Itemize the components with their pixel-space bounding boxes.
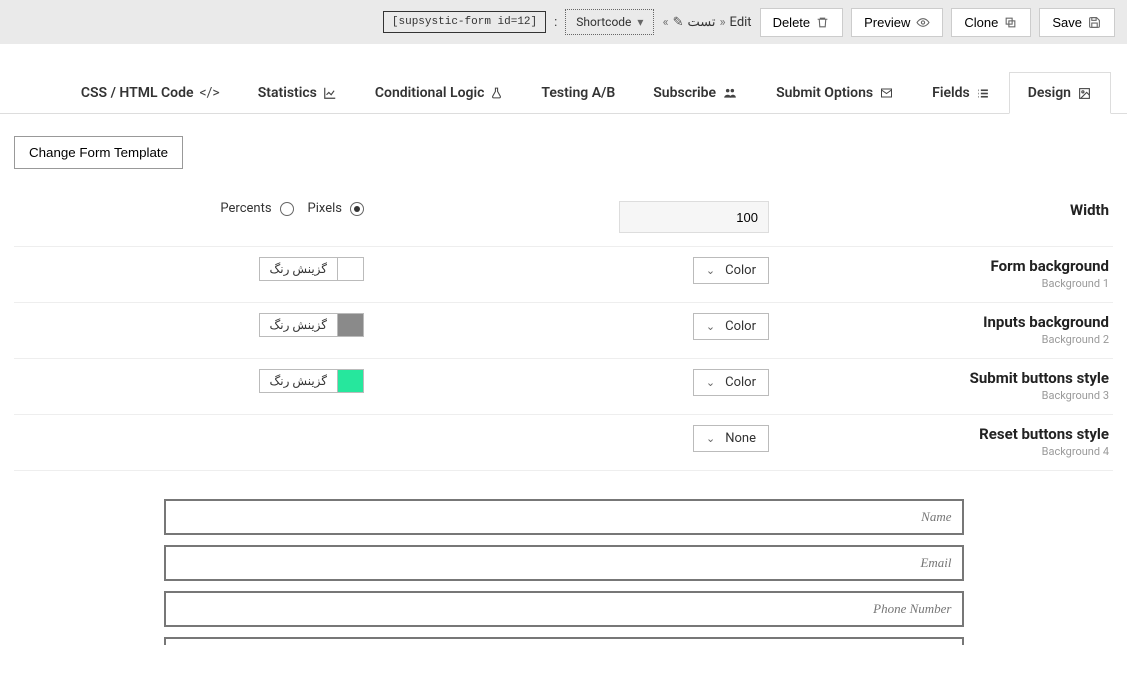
flask-icon <box>490 86 503 100</box>
trash-icon <box>816 16 830 29</box>
tab-conditional-logic[interactable]: Conditional Logic <box>356 72 523 113</box>
preview-label: Preview <box>864 15 910 30</box>
radio-pixels[interactable] <box>350 202 364 216</box>
row-form-background: گزینش رنگ ⌄ Color Form background Backgr… <box>14 247 1113 303</box>
envelope-icon <box>879 87 894 99</box>
bg-type-dropdown[interactable]: ⌄ Color <box>693 369 769 396</box>
breadcrumb: « ✎ تست » Edit <box>662 15 751 30</box>
tab-testing-ab[interactable]: Testing A/B <box>522 72 634 113</box>
tab-fields[interactable]: Fields <box>913 72 1009 113</box>
row-title: Inputs background <box>773 313 1109 331</box>
tab-label: Fields <box>932 85 970 101</box>
eye-icon <box>916 16 930 29</box>
tab-label: Design <box>1028 85 1071 101</box>
width-unit-radio: Percents Pixels <box>220 201 364 216</box>
tab-statistics[interactable]: Statistics <box>239 72 356 113</box>
chevron-down-icon: ⌄ <box>706 264 715 277</box>
chart-icon <box>323 86 337 100</box>
form-name[interactable]: تست <box>687 15 715 30</box>
chevron-down-icon: ▾ <box>637 15 643 29</box>
color-picker-label: گزینش رنگ <box>260 258 337 280</box>
row-subtitle: Background 3 <box>773 389 1109 402</box>
code-icon: </> <box>200 85 220 101</box>
radio-label-percents[interactable]: Percents <box>220 201 271 216</box>
copy-icon <box>1004 16 1018 29</box>
row-title: Submit buttons style <box>773 369 1109 387</box>
row-inputs-background: گزینش رنگ ⌄ Color Inputs background Back… <box>14 303 1113 359</box>
chevron-down-icon: ⌄ <box>706 376 715 389</box>
delete-button[interactable]: Delete <box>760 8 844 37</box>
design-panel: Change Form Template Percents Pixels Wid… <box>0 114 1127 471</box>
floppy-icon <box>1088 16 1102 29</box>
row-title: Form background <box>773 257 1109 275</box>
color-picker-label: گزینش رنگ <box>260 370 337 392</box>
users-icon <box>722 86 738 100</box>
width-input[interactable] <box>619 201 769 233</box>
dropdown-value: None <box>725 431 756 446</box>
tab-submit-options[interactable]: Submit Options <box>757 72 913 113</box>
change-template-button[interactable]: Change Form Template <box>14 136 183 169</box>
dropdown-value: Color <box>725 319 756 334</box>
tab-label: Subscribe <box>653 85 716 101</box>
tab-label: Statistics <box>258 85 317 101</box>
row-submit-buttons: گزینش رنگ ⌄ Color Submit buttons style B… <box>14 359 1113 415</box>
row-reset-buttons: ⌄ None Reset buttons style Background 4 <box>14 415 1113 471</box>
breadcrumb-sep: » <box>719 15 725 30</box>
row-title: Reset buttons style <box>773 425 1109 443</box>
tab-label: Testing A/B <box>541 85 615 101</box>
delete-label: Delete <box>773 15 811 30</box>
preview-input-name[interactable] <box>164 499 964 535</box>
chevron-down-icon: ⌄ <box>706 320 715 333</box>
chevron-down-icon: ⌄ <box>706 432 715 445</box>
save-button[interactable]: Save <box>1039 8 1115 37</box>
tab-bar: CSS / HTML Code </> Statistics Condition… <box>0 72 1127 114</box>
tab-label: CSS / HTML Code <box>81 85 194 101</box>
row-subtitle: Background 1 <box>773 277 1109 290</box>
breadcrumb-sep: « <box>662 15 668 30</box>
tab-subscribe[interactable]: Subscribe <box>634 72 757 113</box>
bg-type-dropdown[interactable]: ⌄ None <box>693 425 769 452</box>
color-picker-inputs-bg[interactable]: گزینش رنگ <box>259 313 364 337</box>
dropdown-value: Color <box>725 375 756 390</box>
row-width: Percents Pixels Width <box>14 191 1113 247</box>
dropdown-value: Color <box>725 263 756 278</box>
preview-input-email[interactable] <box>164 545 964 581</box>
top-toolbar: [supsystic-form id=12] : Shortcode ▾ « ✎… <box>0 0 1127 44</box>
color-picker-label: گزینش رنگ <box>260 314 337 336</box>
row-subtitle: Background 4 <box>773 445 1109 458</box>
shortcode-colon: : <box>554 15 557 30</box>
radio-label-pixels[interactable]: Pixels <box>308 201 342 216</box>
color-picker-submit[interactable]: گزینش رنگ <box>259 369 364 393</box>
tab-label: Conditional Logic <box>375 85 485 101</box>
tab-label: Submit Options <box>776 85 873 101</box>
color-picker-form-bg[interactable]: گزینش رنگ <box>259 257 364 281</box>
preview-input-phone[interactable] <box>164 591 964 627</box>
shortcode-label: Shortcode <box>576 15 631 29</box>
preview-button[interactable]: Preview <box>851 8 943 37</box>
row-subtitle: Background 2 <box>773 333 1109 346</box>
preview-input-partial[interactable] <box>164 637 964 645</box>
shortcode-select[interactable]: Shortcode ▾ <box>565 9 654 35</box>
clone-label: Clone <box>964 15 998 30</box>
tab-design[interactable]: Design <box>1009 72 1111 114</box>
color-swatch <box>337 314 363 336</box>
breadcrumb-edit: Edit <box>730 15 752 30</box>
list-icon <box>976 87 990 100</box>
clone-button[interactable]: Clone <box>951 8 1031 37</box>
shortcode-value[interactable]: [supsystic-form id=12] <box>383 11 546 33</box>
color-swatch <box>337 370 363 392</box>
tab-css-html[interactable]: CSS / HTML Code </> <box>62 72 239 113</box>
pencil-icon[interactable]: ✎ <box>673 15 684 30</box>
save-label: Save <box>1052 15 1082 30</box>
color-swatch <box>337 258 363 280</box>
form-preview <box>0 499 1127 685</box>
width-label: Width <box>773 201 1109 219</box>
bg-type-dropdown[interactable]: ⌄ Color <box>693 313 769 340</box>
bg-type-dropdown[interactable]: ⌄ Color <box>693 257 769 284</box>
image-icon <box>1077 87 1092 100</box>
radio-percents[interactable] <box>280 202 294 216</box>
